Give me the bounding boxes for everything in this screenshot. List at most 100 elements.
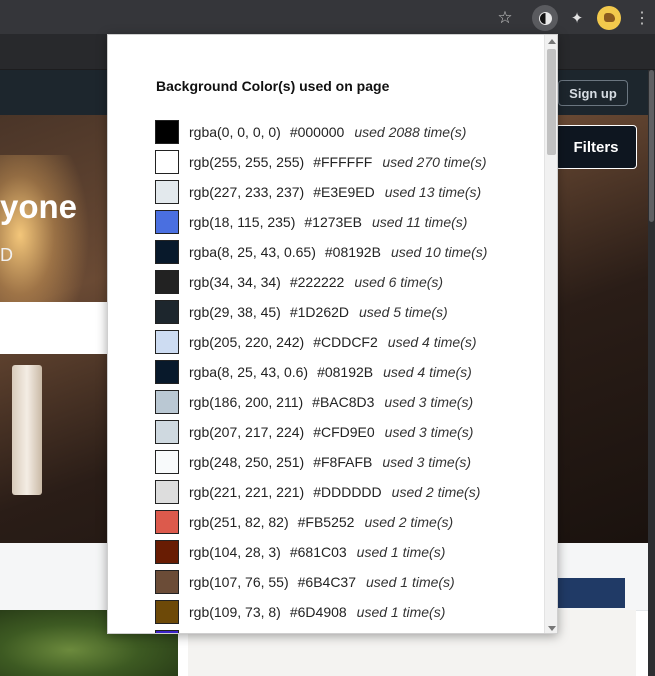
color-row: rgb(109, 73, 8) #6D4908 used 1 time(s) — [155, 597, 535, 627]
color-row: rgb(104, 28, 3) #681C03 used 1 time(s) — [155, 537, 535, 567]
color-swatch — [155, 360, 179, 384]
color-swatch — [155, 210, 179, 234]
color-row: rgb(207, 217, 224) #CFD9E0 used 3 time(s) — [155, 417, 535, 447]
color-hex-value: #FFFFFF — [313, 154, 373, 170]
color-swatch — [155, 480, 179, 504]
color-row: rgb(251, 82, 82) #FB5252 used 2 time(s) — [155, 507, 535, 537]
color-swatch — [155, 510, 179, 534]
color-extension-popup: Background Color(s) used on page rgba(0,… — [107, 34, 558, 634]
color-hex-value: #F8FAFB — [313, 454, 373, 470]
candle-image — [12, 365, 42, 495]
color-usage-count: used 11 time(s) — [371, 214, 468, 230]
color-row: rgb(255, 255, 255) #FFFFFF used 270 time(s… — [155, 147, 535, 177]
color-usage-count: used 6 time(s) — [354, 274, 444, 290]
puzzle-icon[interactable]: ✦ — [565, 6, 589, 30]
hero-subheading: D — [0, 245, 13, 265]
color-usage-count: used 4 time(s) — [387, 334, 477, 350]
color-hex-value: #6B4C37 — [297, 574, 357, 590]
color-rgb-value: rgb(107, 76, 55) — [189, 574, 289, 590]
color-row: rgb(227, 233, 237) #E3E9ED used 13 time(s) — [155, 177, 535, 207]
color-row: rgb(221, 221, 221) #DDDDDD used 2 time(s) — [155, 477, 535, 507]
color-swatch — [155, 630, 179, 633]
color-swatch — [155, 180, 179, 204]
color-row: rgb(18, 115, 235) #1273EB used 11 time(s) — [155, 207, 535, 237]
color-swatch — [155, 540, 179, 564]
page-scrollbar[interactable] — [648, 70, 655, 676]
color-row: rgb(107, 76, 55) #6B4C37 used 1 time(s) — [155, 567, 535, 597]
color-usage-count: used 3 time(s) — [384, 394, 474, 410]
filters-button[interactable]: Filters — [555, 125, 637, 169]
color-swatch — [155, 600, 179, 624]
color-rgb-value: rgb(221, 221, 221) — [189, 484, 305, 500]
browser-toolbar: ☆ ✦ ⋮ — [0, 0, 655, 34]
color-list: rgba(0, 0, 0, 0) #000000 used 2088 time(s)… — [155, 117, 535, 633]
color-rgb-value: rgb(227, 233, 237) — [189, 184, 305, 200]
avatar[interactable] — [597, 6, 621, 30]
color-hex-value: #681C03 — [289, 544, 347, 560]
scroll-down-arrow-icon[interactable] — [548, 626, 556, 631]
color-hex-value: #1D262D — [289, 304, 349, 320]
color-usage-count: used 3 time(s) — [382, 454, 472, 470]
contrast-icon[interactable] — [532, 5, 558, 31]
hero-search-box[interactable] — [0, 302, 110, 354]
color-usage-count: used 4 time(s) — [383, 364, 472, 380]
signup-button[interactable]: Sign up — [558, 80, 628, 106]
color-row: rgb(34, 34, 34) #222222 used 6 time(s) — [155, 267, 535, 297]
color-row: rgba(0, 0, 0, 0) #000000 used 2088 time(s) — [155, 117, 535, 147]
color-hex-value: #FB5252 — [297, 514, 355, 530]
color-swatch — [155, 300, 179, 324]
color-row: rgb(248, 250, 251) #F8FAFB used 3 time(s) — [155, 447, 535, 477]
color-swatch — [155, 240, 179, 264]
color-swatch — [155, 390, 179, 414]
color-rgb-value: rgb(251, 82, 82) — [189, 514, 289, 530]
color-swatch — [155, 150, 179, 174]
scroll-up-arrow-icon[interactable] — [548, 39, 556, 44]
color-hex-value: #DDDDDD — [313, 484, 382, 500]
color-rgb-value: rgb(255, 255, 255) — [189, 154, 305, 170]
hero-heading: yone — [0, 188, 78, 225]
color-usage-count: used 10 time(s) — [390, 244, 488, 260]
color-rgb-value: rgb(248, 250, 251) — [189, 454, 305, 470]
color-swatch — [155, 420, 179, 444]
popup-scrollbar[interactable] — [544, 35, 557, 633]
color-swatch — [155, 270, 179, 294]
color-row: rgb(186, 200, 211) #BAC8D3 used 3 time(s) — [155, 387, 535, 417]
popup-title: Background Color(s) used on page — [156, 78, 390, 94]
color-row: rgba(8, 25, 43, 0.65) #08192B used 10 time… — [155, 237, 535, 267]
color-usage-count: used 2088 time(s) — [354, 124, 467, 140]
color-hex-value: #000000 — [289, 124, 345, 140]
color-usage-count: used 2 time(s) — [391, 484, 481, 500]
color-rgb-value: rgb(34, 34, 34) — [189, 274, 281, 290]
kebab-menu-icon[interactable]: ⋮ — [630, 6, 654, 30]
color-swatch — [155, 570, 179, 594]
color-usage-count: used 1 time(s) — [356, 544, 446, 560]
color-hex-value: #08192B — [317, 364, 374, 380]
color-row: rgb(205, 220, 242) #CDDCF2 used 4 time(s) — [155, 327, 535, 357]
color-rgb-value: rgb(29, 38, 45) — [189, 304, 281, 320]
color-rgb-value: rgb(205, 220, 242) — [189, 334, 305, 350]
color-usage-count: used 2 time(s) — [364, 514, 454, 530]
color-hex-value: #6D4908 — [289, 604, 347, 620]
star-icon[interactable]: ☆ — [493, 6, 517, 30]
color-swatch — [155, 450, 179, 474]
color-usage-count: used 5 time(s) — [359, 304, 448, 320]
color-row: rgba(8, 25, 43, 0.6) #08192B used 4 time(s… — [155, 357, 535, 387]
color-rgb-value: rgb(186, 200, 211) — [189, 394, 304, 410]
color-rgb-value: rgb(207, 217, 224) — [189, 424, 305, 440]
color-usage-count: used 1 time(s) — [356, 604, 446, 620]
color-hex-value: #E3E9ED — [313, 184, 375, 200]
color-hex-value: #CDDCF2 — [313, 334, 378, 350]
color-usage-count: used 3 time(s) — [384, 424, 474, 440]
color-usage-count: used 270 time(s) — [382, 154, 487, 170]
color-rgb-value: rgba(8, 25, 43, 0.6) — [189, 364, 309, 380]
page-scroll-thumb[interactable] — [649, 70, 654, 222]
color-rgb-value: rgb(104, 28, 3) — [189, 544, 281, 560]
popup-scroll-thumb[interactable] — [547, 49, 556, 155]
color-hex-value: #1273EB — [304, 214, 362, 230]
color-rgb-value: rgb(109, 73, 8) — [189, 604, 281, 620]
color-swatch — [155, 120, 179, 144]
color-row: rgb(29, 38, 45) #1D262D used 5 time(s) — [155, 297, 535, 327]
color-rgb-value: rgb(18, 115, 235) — [189, 214, 296, 230]
contrast-circle — [538, 11, 552, 25]
color-rgb-value: rgba(0, 0, 0, 0) — [189, 124, 281, 140]
